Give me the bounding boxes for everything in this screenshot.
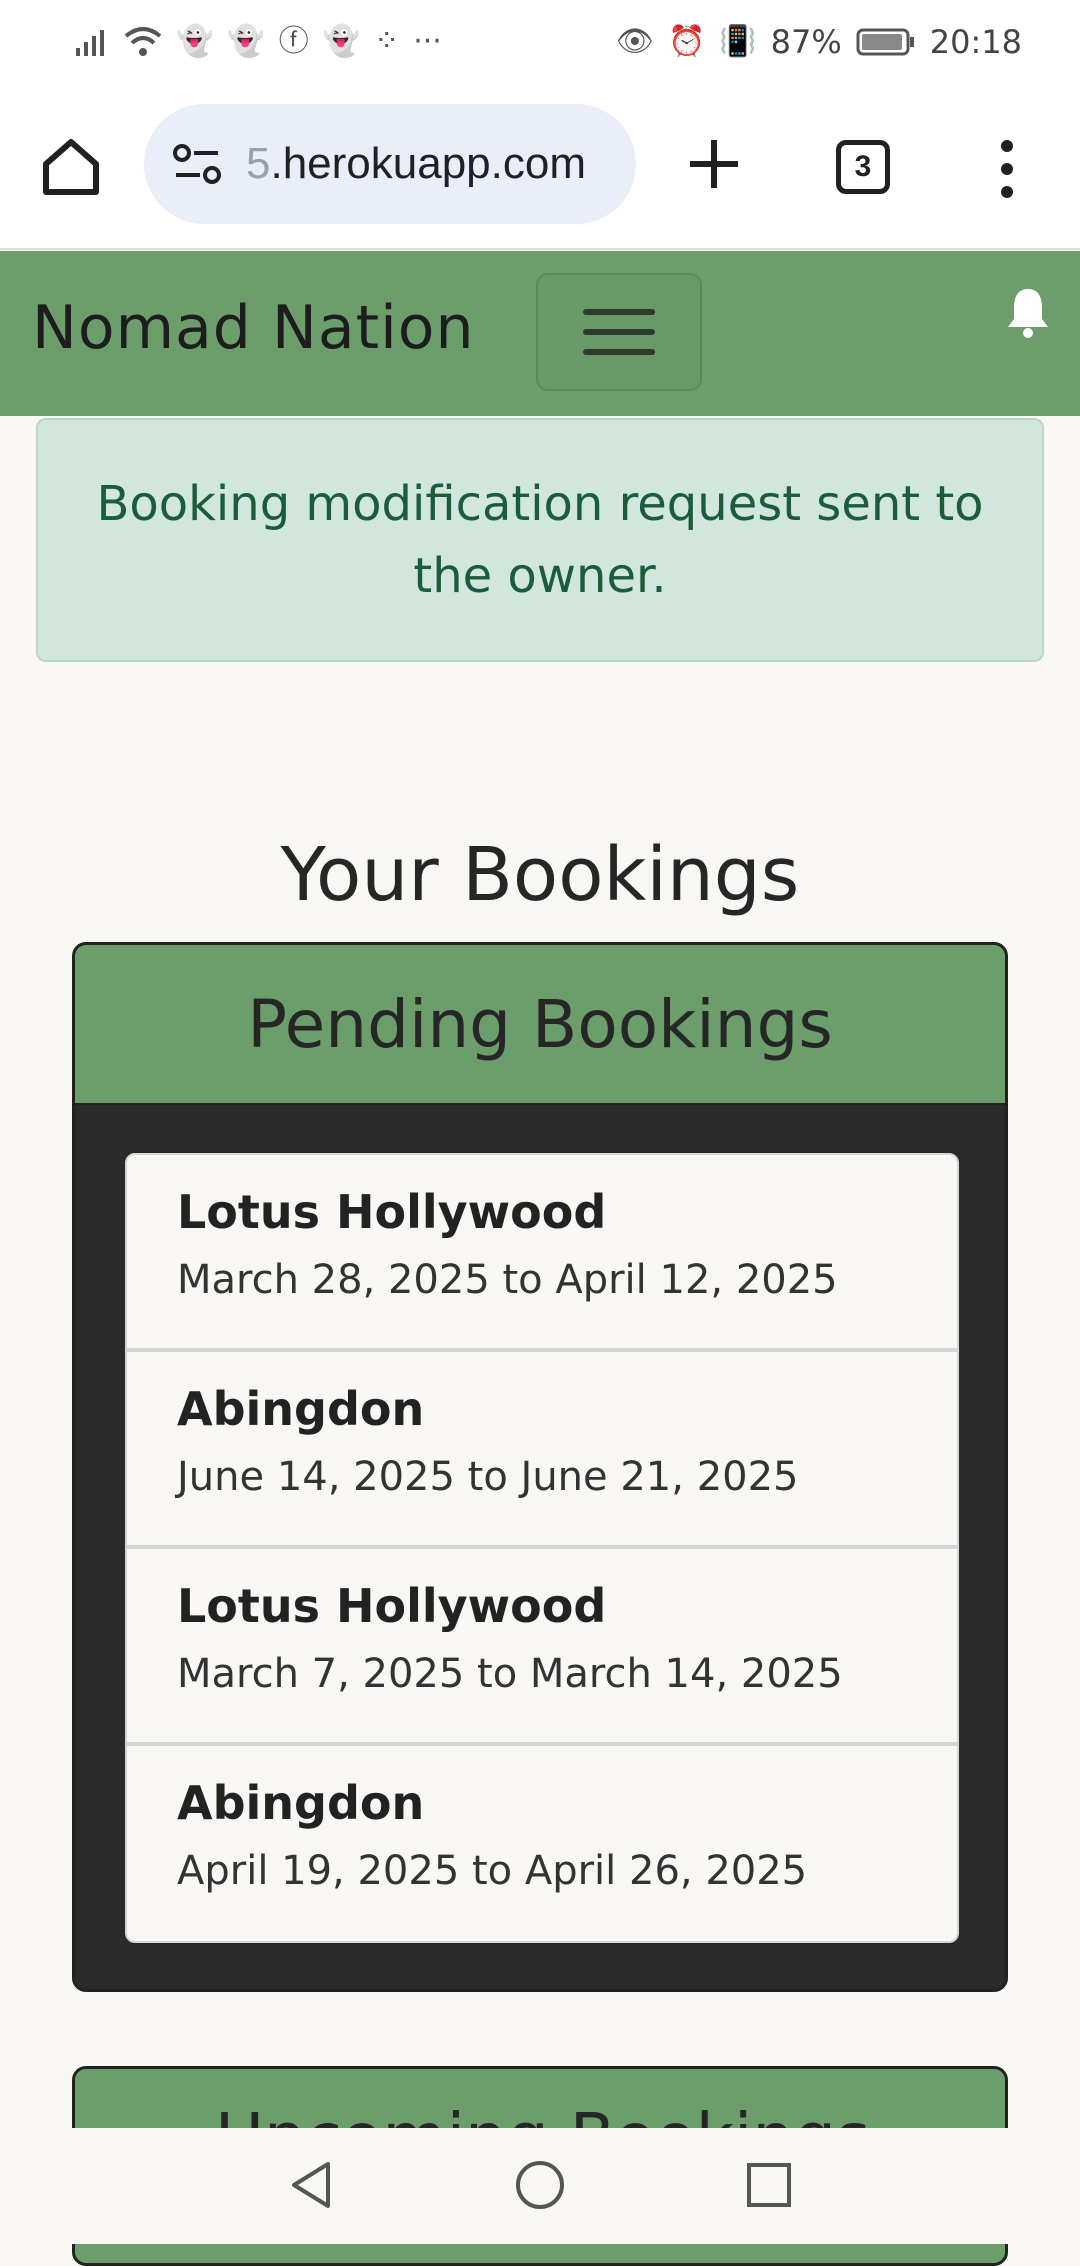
booking-item[interactable]: Lotus Hollywood March 28, 2025 to April … <box>127 1155 957 1352</box>
pending-bookings-list: Lotus Hollywood March 28, 2025 to April … <box>125 1153 959 1943</box>
snapchat-icon: 👻 <box>322 24 361 59</box>
app-navbar: Nomad Nation <box>0 251 1080 416</box>
booking-item[interactable]: Abingdon April 19, 2025 to April 26, 202… <box>127 1746 957 1941</box>
status-icons-right: 👁 ⏰ 📳 87% 20:18 <box>616 23 1022 61</box>
snapchat-icon: 👻 <box>176 24 214 59</box>
browser-toolbar: 5.herokuapp.com 3 <box>0 84 1080 250</box>
status-icons-left: 👻 👻 ⓕ 👻 ⁘ ··· <box>74 26 442 58</box>
clock: 20:18 <box>929 23 1022 61</box>
alarm-icon: ⏰ <box>667 24 706 59</box>
booking-dates: April 19, 2025 to April 26, 2025 <box>177 1848 808 1894</box>
booking-dates: March 7, 2025 to March 14, 2025 <box>177 1651 843 1697</box>
facebook-icon: ⓕ <box>278 24 309 59</box>
dots-app-icon: ⁘ <box>374 24 400 59</box>
status-bar: 👻 👻 ⓕ 👻 ⁘ ··· 👁 ⏰ 📳 87% 20:18 <box>0 0 1080 84</box>
booking-dates: March 28, 2025 to April 12, 2025 <box>177 1257 838 1303</box>
booking-item[interactable]: Lotus Hollywood March 7, 2025 to March 1… <box>127 1549 957 1746</box>
more-vert-icon[interactable] <box>990 136 1024 202</box>
battery-percent: 87% <box>770 23 842 61</box>
url-text: 5.herokuapp.com <box>246 139 587 188</box>
pending-bookings-card: Pending Bookings Lotus Hollywood March 2… <box>72 942 1008 1992</box>
hamburger-line <box>583 309 655 315</box>
more-notifications: ··· <box>413 24 442 59</box>
eye-icon: 👁 <box>615 24 654 59</box>
address-bar[interactable]: 5.herokuapp.com <box>144 104 636 224</box>
booking-item[interactable]: Abingdon June 14, 2025 to June 21, 2025 <box>127 1352 957 1549</box>
booking-property-name: Lotus Hollywood <box>177 1185 607 1239</box>
back-icon[interactable] <box>284 2158 338 2212</box>
home-icon[interactable] <box>38 134 104 200</box>
booking-property-name: Lotus Hollywood <box>177 1579 607 1633</box>
hamburger-line <box>583 329 655 335</box>
hamburger-line <box>583 349 655 355</box>
home-circle-icon[interactable] <box>513 2158 567 2212</box>
success-alert: Booking modification request sent to the… <box>36 418 1044 662</box>
battery-icon <box>856 28 914 56</box>
booking-property-name: Abingdon <box>177 1382 425 1436</box>
wifi-icon <box>124 27 162 56</box>
alert-message: Booking modification request sent to the… <box>96 476 984 604</box>
snapchat-icon: 👻 <box>227 24 265 59</box>
navbar-toggler-button[interactable] <box>536 273 702 391</box>
tab-switcher-button[interactable]: 3 <box>836 140 890 194</box>
booking-property-name: Abingdon <box>177 1776 425 1830</box>
system-navigation-bar <box>0 2128 1080 2244</box>
booking-dates: June 14, 2025 to June 21, 2025 <box>177 1454 799 1500</box>
recents-icon[interactable] <box>744 2160 794 2210</box>
page-title: Your Bookings <box>280 832 800 918</box>
tune-icon[interactable] <box>170 137 224 191</box>
signal-icon <box>76 30 104 56</box>
vibrate-icon: 📳 <box>719 24 757 59</box>
plus-icon[interactable] <box>684 134 744 194</box>
brand-logo[interactable]: Nomad Nation <box>32 293 475 363</box>
bell-icon[interactable] <box>1004 285 1052 339</box>
pending-bookings-header: Pending Bookings <box>75 945 1005 1105</box>
